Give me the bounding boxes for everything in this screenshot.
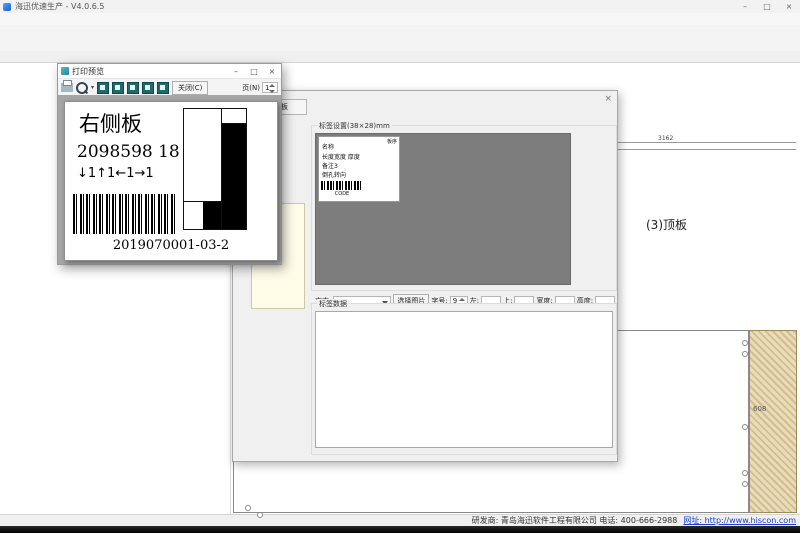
- minimize-button[interactable]: –: [734, 0, 756, 13]
- template-code-field: CODE: [319, 191, 365, 197]
- page-label: 页(N): [242, 83, 260, 93]
- drill-hole: [742, 470, 748, 476]
- preview-page-area: 右侧板 2098598 18 ↓1↑1←1→1 2019070001-03-2: [58, 95, 281, 264]
- preview-minimize-button[interactable]: –: [227, 67, 245, 76]
- preview-close-dialog-button[interactable]: 关闭(C): [172, 81, 208, 95]
- template-barcode: [321, 181, 363, 190]
- page-layout-icon[interactable]: [157, 82, 169, 94]
- cutting-layout-thumbnail: [183, 108, 247, 230]
- drill-hole: [245, 505, 251, 511]
- vendor-website-link[interactable]: 网址: http://www.hiscon.com: [683, 515, 796, 526]
- statusbar: 研发商: 青岛海迅软件工程有限公司 电话: 400-666-2988 网址: h…: [0, 514, 800, 526]
- label-data-grid: [315, 311, 613, 448]
- label-template[interactable]: 板序 名称 长度宽度 厚度 备注3 倒孔转向 CODE: [318, 136, 400, 202]
- template-size-field: 长度宽度 厚度: [322, 152, 360, 161]
- print-icon[interactable]: [61, 83, 73, 92]
- label-print-dialog: × 保存模板 标签设置(38×28)mm 板序 名称 长度宽度 厚度 备注3 倒…: [232, 90, 618, 462]
- close-button[interactable]: ×: [778, 0, 800, 13]
- template-rotate-field: 倒孔转向: [322, 170, 346, 179]
- window-title: 海迅优速生产 - V4.0.6.5: [15, 1, 104, 12]
- drill-hole: [742, 340, 748, 346]
- template-note-field: 备注3: [322, 161, 338, 170]
- zoom-icon[interactable]: [76, 82, 88, 94]
- label-barcode: [73, 194, 177, 234]
- page-layout-icon[interactable]: [142, 82, 154, 94]
- app-icon: [3, 3, 11, 11]
- label-part-name: 右侧板: [79, 108, 142, 138]
- drill-hole: [257, 512, 263, 518]
- template-name-field: 名称: [322, 142, 334, 151]
- ime-toolbar: S: [703, 203, 720, 218]
- maximize-button[interactable]: □: [756, 0, 778, 13]
- view-tabs: [0, 51, 800, 63]
- print-preview-window: 打印预览 – □ × ▾ 关闭(C) 页(N) 1: [57, 63, 282, 265]
- remnant-strip: [749, 330, 797, 513]
- vendor-info: 研发商: 青岛海迅软件工程有限公司 电话: 400-666-2988: [472, 515, 678, 526]
- drill-hole: [742, 351, 748, 357]
- label-edge-banding: ↓1↑1←1→1: [77, 166, 154, 181]
- template-corner-field: 板序: [387, 138, 397, 145]
- preview-app-icon: [61, 67, 69, 75]
- page-layout-icon[interactable]: [97, 82, 109, 94]
- page-layout-icon[interactable]: [112, 82, 124, 94]
- main-toolbar: [0, 25, 800, 52]
- panel-name-label: (3)顶板: [646, 216, 687, 233]
- sogou-logo-icon[interactable]: S: [703, 203, 718, 218]
- preview-window-controls: – □ ×: [227, 67, 281, 76]
- preview-titlebar: 打印预览 – □ ×: [58, 64, 281, 79]
- preview-maximize-button[interactable]: □: [245, 67, 263, 76]
- label-data-title: 标签数据: [317, 299, 349, 309]
- page-number-control: 页(N) 1: [242, 82, 278, 93]
- page-number-spinner[interactable]: 1: [262, 82, 278, 93]
- dialog-close-icon[interactable]: ×: [604, 94, 612, 104]
- taskbar-strip: [0, 526, 800, 533]
- strip-dimension-label: 608: [753, 405, 766, 413]
- titlebar: 海迅优速生产 - V4.0.6.5 – □ ×: [0, 0, 800, 14]
- drill-hole: [742, 481, 748, 487]
- window-controls: – □ ×: [734, 0, 800, 13]
- preview-close-button[interactable]: ×: [263, 67, 281, 76]
- dimension-label: 3162: [656, 135, 675, 142]
- label-barcode-number: 2019070001-03-2: [65, 238, 277, 253]
- preview-title: 打印预览: [72, 66, 104, 77]
- label-preview-page: 右侧板 2098598 18 ↓1↑1←1→1 2019070001-03-2: [64, 101, 278, 261]
- drill-hole: [742, 424, 748, 430]
- page-layout-icon[interactable]: [127, 82, 139, 94]
- label-design-canvas[interactable]: 板序 名称 长度宽度 厚度 备注3 倒孔转向 CODE: [315, 133, 571, 285]
- zoom-dropdown-caret-icon[interactable]: ▾: [91, 84, 94, 91]
- app-window: 海迅优速生产 - V4.0.6.5 – □ × 3162 (3)顶板 608 S: [0, 0, 800, 533]
- label-settings-title: 标签设置(38×28)mm: [317, 121, 392, 131]
- label-dimensions: 2098598 18: [77, 142, 180, 162]
